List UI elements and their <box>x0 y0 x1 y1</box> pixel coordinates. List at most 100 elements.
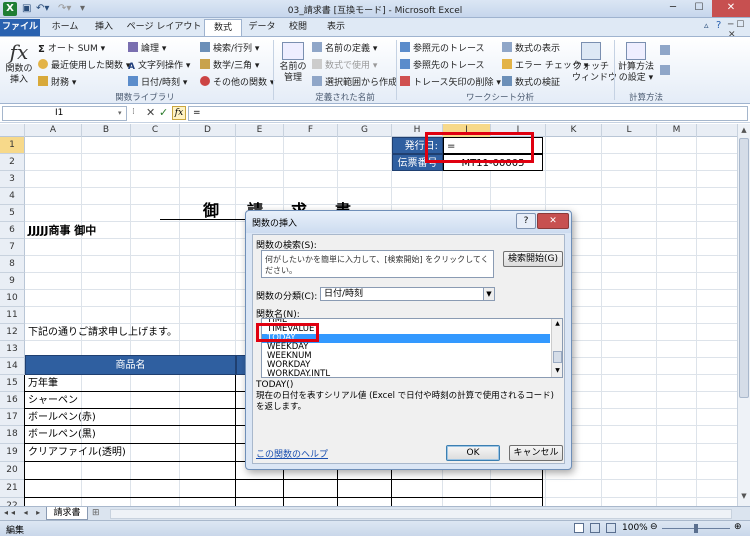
logical-button[interactable]: 論理 ▾ <box>128 41 166 54</box>
row-header-18[interactable]: 18 <box>0 426 25 444</box>
column-header-L[interactable]: L <box>602 124 657 137</box>
tab-home[interactable]: ホーム <box>45 19 85 36</box>
datetime-button[interactable]: 日付/時刻 ▾ <box>128 75 187 88</box>
close-button[interactable]: ✕ <box>712 0 750 17</box>
row-header-12[interactable]: 12 <box>0 324 25 341</box>
column-header-A[interactable]: A <box>25 124 82 137</box>
calculation-options-button[interactable]: 計算方法 の設定 ▾ <box>616 42 656 84</box>
page-layout-view-icon[interactable] <box>590 523 600 533</box>
recent-functions-button[interactable]: 最近使用した関数 ▾ <box>38 58 130 71</box>
formula-input[interactable]: = <box>188 106 748 121</box>
category-select[interactable]: 日付/時刻 <box>320 287 495 301</box>
create-from-selection-button[interactable]: 選択範囲から作成 <box>312 75 397 88</box>
calculate-now-icon[interactable] <box>660 45 670 55</box>
row-header-4[interactable]: 4 <box>0 188 25 205</box>
tab-insert[interactable]: 挿入 <box>86 19 122 36</box>
list-scroll-up-icon[interactable]: ▲ <box>553 320 562 327</box>
watch-window-button[interactable]: ウォッチ ウィンドウ <box>572 42 617 84</box>
function-list-item[interactable]: WORKDAY.INTL <box>262 370 550 378</box>
zoom-out-icon[interactable]: ⊖ <box>650 522 658 532</box>
name-manager-button[interactable]: 名前の 管理 <box>276 42 310 84</box>
function-search-input[interactable]: 何がしたいかを簡単に入力して、[検索開始] をクリックしてください。 <box>261 250 494 278</box>
column-header-E[interactable]: E <box>236 124 284 137</box>
use-in-formula-button[interactable]: 数式で使用 ▾ <box>312 58 377 71</box>
scroll-thumb[interactable] <box>739 138 749 398</box>
zoom-in-icon[interactable]: ⊕ <box>734 522 742 532</box>
list-scroll-down-icon[interactable]: ▼ <box>553 367 562 374</box>
tab-review[interactable]: 校閲 <box>282 19 314 36</box>
trace-dependents-button[interactable]: 参照先のトレース <box>400 58 485 71</box>
function-help-link[interactable]: この関数のヘルプ <box>256 447 328 460</box>
help-icon[interactable]: ? <box>716 20 721 31</box>
row-header-19[interactable]: 19 <box>0 444 25 462</box>
define-name-button[interactable]: 名前の定義 ▾ <box>312 41 377 54</box>
row-header-21[interactable]: 21 <box>0 480 25 498</box>
ok-button[interactable]: OK <box>446 445 500 461</box>
row-header-1[interactable]: 1 <box>0 137 25 154</box>
scroll-down-icon[interactable]: ▼ <box>739 492 749 502</box>
normal-view-icon[interactable] <box>574 523 584 533</box>
financial-button[interactable]: 財務 ▾ <box>38 75 76 88</box>
row-header-8[interactable]: 8 <box>0 256 25 273</box>
lookup-button[interactable]: 検索/行列 ▾ <box>200 41 259 54</box>
column-header-M[interactable]: M <box>657 124 697 137</box>
tab-formulas[interactable]: 数式 <box>204 19 242 36</box>
insert-function-button[interactable]: fx 関数の 挿入 <box>2 40 36 86</box>
tab-view[interactable]: 表示 <box>318 19 354 36</box>
column-header-B[interactable]: B <box>82 124 131 137</box>
row-header-16[interactable]: 16 <box>0 392 25 409</box>
column-header-F[interactable]: F <box>284 124 338 137</box>
row-header-11[interactable]: 11 <box>0 307 25 324</box>
horizontal-scrollbar[interactable] <box>110 509 732 519</box>
autosum-button[interactable]: Σ オート SUM ▾ <box>38 41 105 55</box>
zoom-slider-thumb[interactable] <box>694 524 698 533</box>
confirm-entry-icon[interactable]: ✓ <box>159 106 168 119</box>
column-header-C[interactable]: C <box>131 124 180 137</box>
show-formulas-button[interactable]: 数式の表示 <box>502 41 560 54</box>
name-box[interactable]: I1 <box>2 106 127 121</box>
search-start-button[interactable]: 検索開始(G) <box>503 251 563 267</box>
tab-file[interactable]: ファイル <box>0 19 40 36</box>
column-header-K[interactable]: K <box>546 124 602 137</box>
row-header-20[interactable]: 20 <box>0 462 25 480</box>
sheet-tab[interactable]: 請求書 <box>46 507 88 520</box>
page-break-view-icon[interactable] <box>606 523 616 533</box>
row-header-6[interactable]: 6 <box>0 222 25 239</box>
row-header-22[interactable]: 22 <box>0 498 25 506</box>
row-header-13[interactable]: 13 <box>0 341 25 358</box>
resize-handle-icon[interactable]: ⁞ <box>132 107 135 117</box>
row-header-17[interactable]: 17 <box>0 409 25 426</box>
row-header-3[interactable]: 3 <box>0 171 25 188</box>
trace-precedents-button[interactable]: 参照元のトレース <box>400 41 485 54</box>
calculate-sheet-icon[interactable] <box>660 65 670 75</box>
category-dropdown-icon[interactable]: ▼ <box>483 288 494 300</box>
row-header-14[interactable]: 14 <box>0 358 25 375</box>
ribbon-minimize-icon[interactable]: ▵ <box>704 21 709 31</box>
dialog-help-button[interactable]: ? <box>516 213 536 229</box>
row-header-15[interactable]: 15 <box>0 375 25 392</box>
function-list-scrollbar[interactable]: ▲ ▼ <box>551 319 562 377</box>
vertical-scrollbar[interactable]: ▲ ▼ <box>737 124 750 506</box>
tab-data[interactable]: データ <box>244 19 280 36</box>
zoom-level[interactable]: 100% <box>622 523 648 533</box>
select-all-corner[interactable] <box>0 124 25 137</box>
row-header-2[interactable]: 2 <box>0 154 25 171</box>
list-scroll-thumb[interactable] <box>553 351 562 363</box>
text-button[interactable]: A 文字列操作 ▾ <box>128 58 190 72</box>
scroll-up-icon[interactable]: ▲ <box>739 126 749 136</box>
row-header-10[interactable]: 10 <box>0 290 25 307</box>
minimize-button[interactable]: ─ <box>660 0 686 17</box>
math-button[interactable]: 数学/三角 ▾ <box>200 58 259 71</box>
evaluate-formula-button[interactable]: 数式の検証 <box>502 75 560 88</box>
maximize-button[interactable]: ☐ <box>686 0 712 17</box>
cancel-button[interactable]: キャンセル <box>509 445 563 461</box>
more-functions-button[interactable]: その他の関数 ▾ <box>200 75 274 88</box>
row-header-7[interactable]: 7 <box>0 239 25 256</box>
row-header-9[interactable]: 9 <box>0 273 25 290</box>
cancel-entry-icon[interactable]: ✕ <box>146 106 155 119</box>
column-header-G[interactable]: G <box>338 124 392 137</box>
tab-page-layout[interactable]: ページ レイアウト <box>126 19 202 36</box>
column-header-D[interactable]: D <box>180 124 236 137</box>
row-header-5[interactable]: 5 <box>0 205 25 222</box>
name-box-dropdown-icon[interactable]: ▾ <box>118 109 122 117</box>
